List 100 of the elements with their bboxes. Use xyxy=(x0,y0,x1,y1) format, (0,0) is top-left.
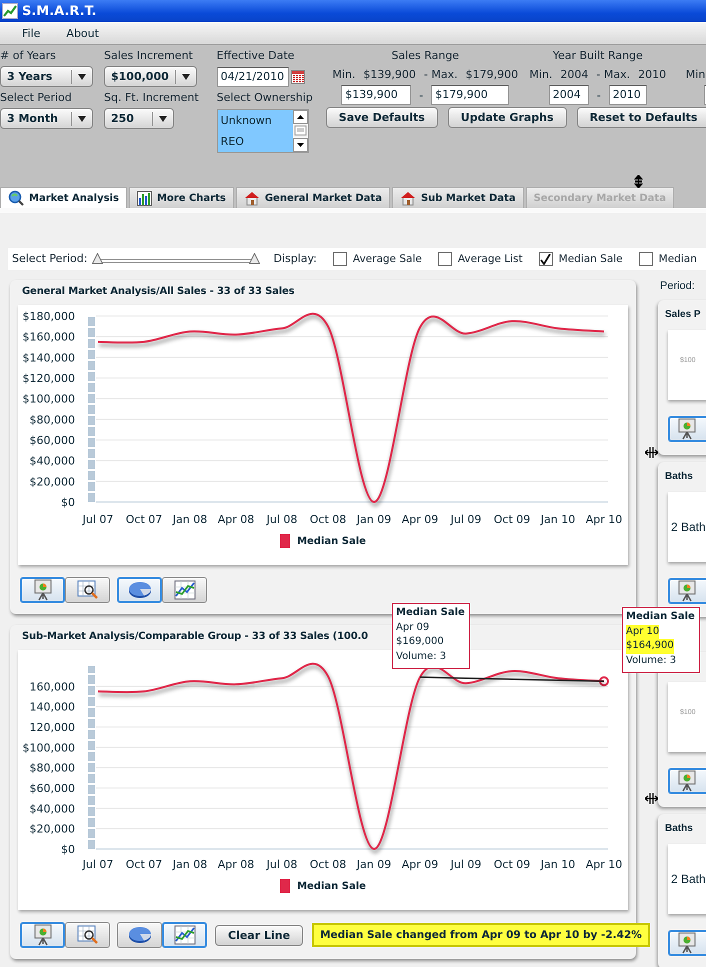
tooltip-text: Volume: 3 xyxy=(396,650,446,664)
x-tick-label: Jul 09 xyxy=(450,858,482,871)
x-tick-label: Oct 08 xyxy=(310,513,346,526)
x-tick-label: Jan 09 xyxy=(356,513,392,526)
x-tick-label: Oct 07 xyxy=(126,858,162,871)
field-label: # of Years xyxy=(0,49,57,63)
x-tick-label: Apr 10 xyxy=(586,513,622,526)
x-tick-label: Oct 08 xyxy=(310,858,346,871)
min-label: Min. xyxy=(686,68,706,82)
tooltip-text: Apr 09 xyxy=(396,620,430,634)
y-tick-label: $80,000 xyxy=(30,413,75,426)
dropdown[interactable]: 3 Month xyxy=(0,108,93,129)
min-field[interactable]: 2004 xyxy=(548,85,589,105)
max-field[interactable]: $179,900 xyxy=(431,85,510,105)
x-tick-label: Jan 09 xyxy=(356,858,392,871)
min-value: 2004 xyxy=(560,68,588,82)
ownership-list[interactable]: Unknown REO xyxy=(216,109,309,153)
y-tick-label: $20,000 xyxy=(30,475,75,488)
x-tick-label: Apr 08 xyxy=(218,858,254,871)
tab[interactable]: Market Analysis xyxy=(0,187,127,208)
range-separator: - xyxy=(596,88,602,102)
tooltip-title: Median Sale xyxy=(626,610,695,624)
panel-title: Sales P xyxy=(665,308,701,322)
tooltip-text: $169,000 xyxy=(396,635,444,649)
min-label: Min. xyxy=(332,68,356,82)
panel-title: Baths xyxy=(665,470,693,484)
y-tick-label: 160,000 xyxy=(30,680,75,694)
bath-label: 2 Bath xyxy=(670,520,706,534)
panel-title: Sub-Market Analysis/Comparable Group - 33 of 33 Sales (100.0 xyxy=(22,630,368,644)
max-label: - Max. xyxy=(424,68,458,82)
list-item[interactable]: REO xyxy=(218,131,293,152)
x-tick-label: Oct 09 xyxy=(494,513,530,526)
y-tick-label: $60,000 xyxy=(30,782,75,795)
y-tick-label: $140,000 xyxy=(22,351,75,364)
date-field[interactable]: 04/21/2010 xyxy=(216,67,289,87)
dropdown[interactable]: $100,000 xyxy=(104,66,197,87)
tab[interactable]: Sub Market Data xyxy=(392,187,524,208)
max-field[interactable]: 2010 xyxy=(608,85,647,105)
panel-title: General Market Analysis/All Sales - 33 of 33 Sales xyxy=(22,285,294,299)
checkbox-label: Median xyxy=(658,252,697,266)
x-tick-label: Jul 07 xyxy=(82,513,114,526)
min-value: $139,900 xyxy=(363,68,416,82)
x-tick-label: Oct 09 xyxy=(494,858,530,871)
dropdown[interactable]: 250 xyxy=(104,108,174,129)
range-separator: - xyxy=(418,88,424,102)
legend-label: Median Sale xyxy=(297,536,366,546)
field-label: Select Period xyxy=(0,91,73,105)
y-tick-label: 140,000 xyxy=(30,700,75,714)
y-tick-label: $100,000 xyxy=(22,741,75,754)
field-label: Select Ownership xyxy=(216,91,313,105)
x-tick-label: Jul 09 xyxy=(450,513,482,526)
period-label: Period: xyxy=(659,280,696,294)
field-label: Effective Date xyxy=(216,49,296,63)
x-tick-label: Jan 08 xyxy=(172,858,208,871)
window-title: S.M.A.R.T. xyxy=(22,4,96,18)
checkbox-label: Average Sale xyxy=(352,252,422,266)
tab[interactable]: General Market Data xyxy=(236,187,390,208)
clear-line-button[interactable]: Clear Line xyxy=(215,924,304,946)
tab: Secondary Market Data xyxy=(526,187,674,208)
y-tick-label: $180,000 xyxy=(22,310,75,323)
action-button[interactable]: Update Graphs xyxy=(448,107,567,128)
tooltip-text: $164,900 xyxy=(626,639,674,654)
max-value: 2010 xyxy=(638,68,666,82)
dropdown[interactable]: 3 Years xyxy=(0,66,93,87)
tooltip-title: Median Sale xyxy=(396,606,465,620)
tooltip-text: Volume: 3 xyxy=(626,654,676,668)
y-tick-label: $100,000 xyxy=(22,392,75,406)
x-tick-label: Apr 09 xyxy=(402,858,438,871)
x-tick-label: Apr 10 xyxy=(586,858,622,871)
display-label: Display: xyxy=(273,252,317,266)
x-tick-label: Jan 10 xyxy=(540,513,576,526)
x-tick-label: Apr 08 xyxy=(218,513,254,526)
menu-item[interactable]: File xyxy=(9,26,54,40)
min-field[interactable]: $139,900 xyxy=(341,85,412,105)
field-label: Sq. Ft. Increment xyxy=(104,91,199,105)
tab[interactable]: More Charts xyxy=(128,187,234,208)
bath-label: 2 Bath xyxy=(670,872,706,886)
field-label: Sales Increment xyxy=(104,49,194,63)
list-item[interactable]: Unknown xyxy=(218,110,293,131)
x-tick-label: Jul 07 xyxy=(82,858,114,871)
action-button[interactable]: Save Defaults xyxy=(326,107,438,128)
max-label: - Max. xyxy=(596,68,630,82)
checkbox-label: Average List xyxy=(458,252,523,266)
y-tick-label: $160,000 xyxy=(22,330,75,344)
menu-item[interactable]: About xyxy=(53,26,112,40)
range-title: Sales Range xyxy=(391,49,460,63)
max-value: $179,900 xyxy=(466,68,518,82)
period-label: Select Period: xyxy=(12,252,88,266)
y-tick-label: $80,000 xyxy=(30,762,75,775)
panel-title: Baths xyxy=(665,822,693,836)
change-message: Median Sale changed from Apr 09 to Apr 10 by -2.42% xyxy=(312,923,650,947)
y-tick-label: $0 xyxy=(61,496,75,509)
y-tick-label: $0 xyxy=(61,843,75,856)
y-tick-label: $40,000 xyxy=(30,802,75,816)
x-tick-label: Jan 08 xyxy=(172,513,208,526)
x-tick-label: Jul 08 xyxy=(266,858,298,871)
y-tick-label: $60,000 xyxy=(30,434,75,447)
legend-label: Median Sale xyxy=(297,880,366,892)
action-button[interactable]: Reset to Defaults xyxy=(576,107,706,128)
x-tick-label: Jan 10 xyxy=(540,858,576,871)
